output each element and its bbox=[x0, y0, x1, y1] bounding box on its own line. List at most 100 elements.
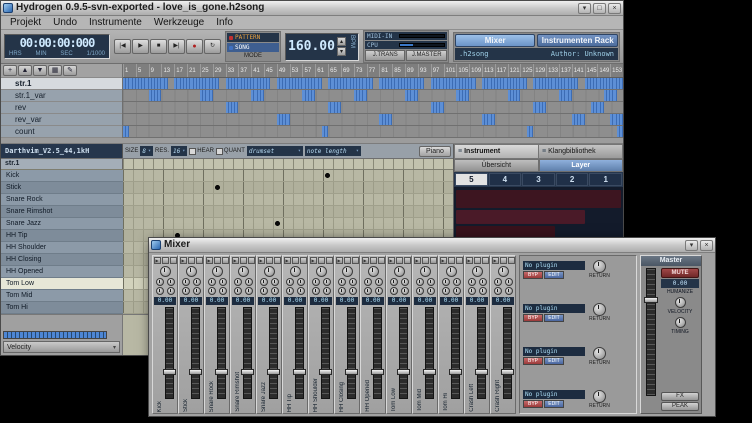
bpm-display[interactable]: 160.00 bbox=[288, 35, 335, 59]
mixer-toggle-button[interactable]: Mixer bbox=[455, 34, 536, 47]
fx-send-knob[interactable] bbox=[286, 278, 294, 286]
play-sample-button[interactable]: ▶ bbox=[284, 257, 291, 264]
fx-edit-button[interactable]: EDIT bbox=[544, 314, 564, 322]
tab-layers[interactable]: Layer bbox=[539, 159, 624, 172]
mixer-shade-button[interactable]: ▾ bbox=[685, 240, 698, 251]
fx-send-knob[interactable] bbox=[390, 278, 398, 286]
fx-send-knob[interactable] bbox=[260, 278, 268, 286]
move-pattern-up-button[interactable]: ▲ bbox=[18, 65, 32, 76]
play-button[interactable]: ▶ bbox=[132, 39, 149, 54]
solo-button[interactable] bbox=[378, 257, 385, 264]
window-menu-button[interactable]: ▾ bbox=[578, 3, 591, 14]
solo-button[interactable] bbox=[404, 257, 411, 264]
fx-return-knob[interactable] bbox=[593, 303, 606, 316]
instrument-row[interactable]: Tom Hi bbox=[1, 302, 123, 314]
master-mute-button[interactable]: MUTE bbox=[661, 268, 699, 278]
play-sample-button[interactable]: ▶ bbox=[154, 257, 161, 264]
instrument-row[interactable]: Snare Rimshot bbox=[1, 206, 123, 218]
fader-handle[interactable] bbox=[423, 369, 436, 375]
pattern-list-item[interactable]: str.1_var bbox=[1, 90, 122, 102]
volume-fader[interactable] bbox=[217, 307, 226, 399]
solo-button[interactable] bbox=[482, 257, 489, 264]
record-button[interactable]: ● bbox=[186, 39, 203, 54]
song-grid-cell[interactable] bbox=[620, 126, 623, 137]
fx-send-knob[interactable] bbox=[401, 278, 409, 286]
song-mode-button[interactable]: SONG bbox=[227, 43, 279, 52]
fx-bypass-button[interactable]: BYP bbox=[523, 271, 543, 279]
volume-fader[interactable] bbox=[425, 307, 434, 399]
mute-button[interactable] bbox=[318, 257, 325, 264]
fx-send-knob[interactable] bbox=[416, 278, 424, 286]
menu-info[interactable]: Info bbox=[210, 16, 239, 29]
show-fx-button[interactable]: FX bbox=[661, 392, 699, 401]
pan-knob[interactable] bbox=[368, 266, 379, 277]
show-peaks-button[interactable]: PEAK bbox=[661, 402, 699, 411]
play-sample-button[interactable]: ▶ bbox=[180, 257, 187, 264]
pattern-mode-button[interactable]: PATTERN bbox=[227, 33, 279, 42]
mixer-titlebar[interactable]: Mixer ▾× bbox=[149, 238, 715, 253]
volume-fader[interactable] bbox=[477, 307, 486, 399]
mute-button[interactable] bbox=[500, 257, 507, 264]
instrument-row[interactable]: Snare Jazz bbox=[1, 218, 123, 230]
fx-send-knob[interactable] bbox=[416, 287, 424, 295]
fader-handle[interactable] bbox=[501, 369, 514, 375]
pan-knob[interactable] bbox=[446, 266, 457, 277]
fx-send-knob[interactable] bbox=[364, 287, 372, 295]
solo-button[interactable] bbox=[196, 257, 203, 264]
fx-send-knob[interactable] bbox=[494, 278, 502, 286]
layer-button[interactable]: 2 bbox=[556, 173, 589, 186]
fader-handle[interactable] bbox=[293, 369, 306, 375]
forward-button[interactable]: ▶| bbox=[168, 39, 185, 54]
fx-edit-button[interactable]: EDIT bbox=[544, 357, 564, 365]
pattern-list-item[interactable]: rev_var bbox=[1, 114, 122, 126]
solo-button[interactable] bbox=[300, 257, 307, 264]
fx-edit-button[interactable]: EDIT bbox=[544, 271, 564, 279]
fx-bypass-button[interactable]: BYP bbox=[523, 314, 543, 322]
fader-handle[interactable] bbox=[319, 369, 332, 375]
mute-button[interactable] bbox=[448, 257, 455, 264]
fx-send-knob[interactable] bbox=[468, 278, 476, 286]
mute-button[interactable] bbox=[162, 257, 169, 264]
volume-fader[interactable] bbox=[191, 307, 200, 399]
pan-knob[interactable] bbox=[186, 266, 197, 277]
fx-send-knob[interactable] bbox=[453, 278, 461, 286]
fx-send-knob[interactable] bbox=[297, 287, 305, 295]
song-timeline[interactable]: 1591317212529333741454953576165697377818… bbox=[123, 64, 623, 78]
mute-button[interactable] bbox=[344, 257, 351, 264]
play-sample-button[interactable]: ▶ bbox=[336, 257, 343, 264]
fx-send-knob[interactable] bbox=[364, 278, 372, 286]
jack-transport-button[interactable]: J.TRANS bbox=[365, 50, 406, 61]
pattern-list-item[interactable]: count bbox=[1, 126, 122, 138]
fx-name-display[interactable]: No plugin bbox=[523, 347, 585, 356]
fx-return-knob[interactable] bbox=[593, 390, 606, 403]
pattern-list-item[interactable]: str.1 bbox=[1, 78, 122, 90]
move-pattern-down-button[interactable]: ▼ bbox=[33, 65, 47, 76]
main-titlebar[interactable]: Hydrogen 0.9.5-svn-exported - love_is_go… bbox=[1, 1, 623, 16]
fx-send-knob[interactable] bbox=[312, 278, 320, 286]
layer-button[interactable]: 1 bbox=[589, 173, 622, 186]
instrument-row[interactable]: HH Shoulder bbox=[1, 242, 123, 254]
song-grid-cell[interactable] bbox=[620, 90, 623, 101]
fx-send-knob[interactable] bbox=[167, 278, 175, 286]
solo-button[interactable] bbox=[326, 257, 333, 264]
play-sample-button[interactable]: ▶ bbox=[362, 257, 369, 264]
fx-send-knob[interactable] bbox=[505, 287, 513, 295]
fx-send-knob[interactable] bbox=[312, 287, 320, 295]
note[interactable] bbox=[215, 185, 220, 190]
note-property-select[interactable]: Velocity ▾ bbox=[3, 341, 120, 353]
fx-send-knob[interactable] bbox=[453, 287, 461, 295]
volume-fader[interactable] bbox=[347, 307, 356, 399]
fx-send-knob[interactable] bbox=[271, 278, 279, 286]
pan-knob[interactable] bbox=[316, 266, 327, 277]
master-fader-handle[interactable] bbox=[644, 297, 658, 303]
tab-instrument[interactable]: ≡ Instrument bbox=[454, 144, 539, 159]
volume-fader[interactable] bbox=[399, 307, 408, 399]
fx-send-knob[interactable] bbox=[297, 278, 305, 286]
play-sample-button[interactable]: ▶ bbox=[258, 257, 265, 264]
fx-send-knob[interactable] bbox=[323, 287, 331, 295]
bpm-up-button[interactable]: ▴ bbox=[337, 37, 346, 46]
pattern-grid-row[interactable] bbox=[123, 206, 453, 218]
song-grid-cell[interactable] bbox=[620, 78, 623, 89]
solo-button[interactable] bbox=[508, 257, 515, 264]
note-length-select[interactable]: note length▾ bbox=[305, 146, 361, 156]
